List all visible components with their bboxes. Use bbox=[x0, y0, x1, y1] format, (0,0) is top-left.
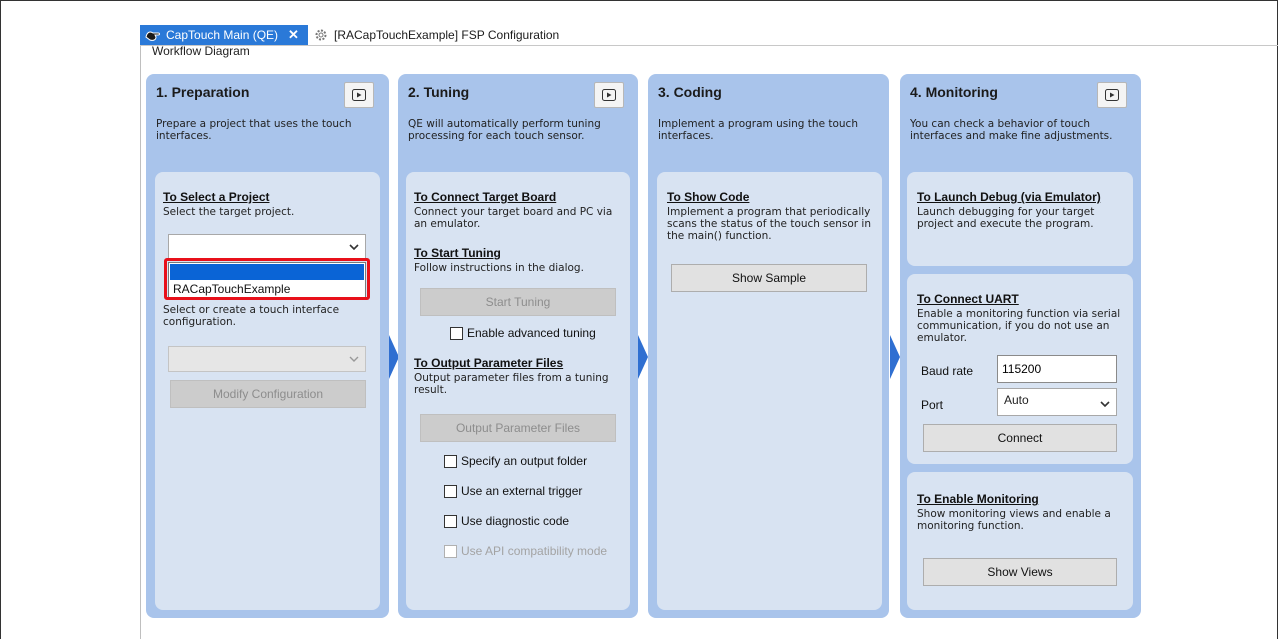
section-title-enable-monitoring[interactable]: To Enable Monitoring bbox=[917, 492, 1039, 506]
chevron-down-icon bbox=[349, 356, 359, 362]
modify-configuration-button[interactable]: Modify Configuration bbox=[170, 380, 366, 408]
baud-rate-label: Baud rate bbox=[921, 364, 974, 378]
column-preparation: 1. Preparation Prepare a project that us… bbox=[146, 74, 389, 618]
port-select[interactable]: Auto bbox=[997, 388, 1117, 416]
highlight-annotation bbox=[164, 258, 370, 300]
tab-captouch-main[interactable]: CapTouch Main (QE) ✕ bbox=[140, 25, 308, 45]
configuration-select[interactable] bbox=[168, 346, 366, 372]
close-icon[interactable]: ✕ bbox=[288, 27, 299, 43]
editor-tabbar: CapTouch Main (QE) ✕ [RACapTouchExample]… bbox=[140, 24, 1278, 46]
checkbox[interactable] bbox=[444, 454, 457, 468]
column-description: QE will automatically perform tuning pro… bbox=[408, 118, 601, 142]
tab-label: CapTouch Main (QE) bbox=[166, 28, 279, 42]
port-label: Port bbox=[921, 398, 944, 412]
column-title: 2. Tuning bbox=[408, 84, 470, 100]
section-description: Connect your target board and PC via an … bbox=[414, 206, 613, 230]
column-monitoring: 4. Monitoring You can check a behavior o… bbox=[900, 74, 1141, 618]
column-title: 1. Preparation bbox=[156, 84, 250, 100]
video-icon[interactable] bbox=[344, 82, 374, 108]
external-trigger-checkbox[interactable]: Use an external trigger bbox=[444, 484, 582, 498]
section-description: Follow instructions in the dialog. bbox=[414, 262, 584, 274]
project-select[interactable] bbox=[168, 234, 366, 260]
panel-launch-debug: To Launch Debug (via Emulator) Launch de… bbox=[907, 172, 1133, 266]
section-description: Select the target project. bbox=[163, 206, 295, 218]
checkbox-label: Enable advanced tuning bbox=[467, 326, 596, 340]
diagnostic-code-checkbox[interactable]: Use diagnostic code bbox=[444, 514, 569, 528]
gear-icon bbox=[312, 27, 330, 43]
section-description: Implement a program that periodically sc… bbox=[667, 206, 872, 242]
arrow-right-icon bbox=[890, 335, 900, 379]
checkbox-label: Use API compatibility mode bbox=[461, 544, 608, 558]
section-title-output-parameters[interactable]: To Output Parameter Files bbox=[414, 356, 563, 370]
checkbox-label: Specify an output folder bbox=[461, 454, 588, 468]
checkbox[interactable] bbox=[450, 326, 463, 340]
video-icon[interactable] bbox=[594, 82, 624, 108]
column-description: Implement a program using the touch inte… bbox=[658, 118, 858, 142]
column-coding: 3. Coding Implement a program using the … bbox=[648, 74, 889, 618]
checkbox[interactable] bbox=[444, 514, 457, 528]
column-title: 4. Monitoring bbox=[910, 84, 998, 100]
hand-touch-icon bbox=[144, 27, 162, 43]
tab-fsp-configuration[interactable]: [RACapTouchExample] FSP Configuration bbox=[312, 25, 559, 45]
panel-enable-monitoring: To Enable Monitoring Show monitoring vie… bbox=[907, 472, 1133, 610]
checkbox[interactable] bbox=[444, 544, 457, 558]
section-title-show-code[interactable]: To Show Code bbox=[667, 190, 749, 204]
checkbox[interactable] bbox=[444, 484, 457, 498]
section-title-select-project[interactable]: To Select a Project bbox=[163, 190, 269, 204]
api-compatibility-checkbox[interactable]: Use API compatibility mode bbox=[444, 544, 607, 558]
output-parameter-files-button[interactable]: Output Parameter Files bbox=[420, 414, 616, 442]
panel-show-code: To Show Code Implement a program that pe… bbox=[657, 172, 882, 610]
section-title-launch-debug[interactable]: To Launch Debug (via Emulator) bbox=[917, 190, 1101, 204]
baud-rate-input[interactable] bbox=[997, 355, 1117, 383]
specify-output-folder-checkbox[interactable]: Specify an output folder bbox=[444, 454, 587, 468]
section-description: Show monitoring views and enable a monit… bbox=[917, 508, 1111, 532]
video-icon[interactable] bbox=[1097, 82, 1127, 108]
section-title-connect-target[interactable]: To Connect Target Board bbox=[414, 190, 556, 204]
panel-tuning: To Connect Target Board Connect your tar… bbox=[406, 172, 630, 610]
chevron-down-icon bbox=[1100, 401, 1110, 408]
show-sample-button[interactable]: Show Sample bbox=[671, 264, 867, 292]
section-description: Launch debugging for your target project… bbox=[917, 206, 1095, 230]
column-tuning: 2. Tuning QE will automatically perform … bbox=[398, 74, 638, 618]
page-title: Workflow Diagram bbox=[152, 44, 250, 58]
section-title-connect-uart[interactable]: To Connect UART bbox=[917, 292, 1019, 306]
tab-label: [RACapTouchExample] FSP Configuration bbox=[334, 28, 560, 42]
section-title-start-tuning[interactable]: To Start Tuning bbox=[414, 246, 501, 260]
panel-connect-uart: To Connect UART Enable a monitoring func… bbox=[907, 274, 1133, 464]
section-description-config: Select or create a touch interface confi… bbox=[163, 304, 340, 328]
advanced-tuning-checkbox[interactable]: Enable advanced tuning bbox=[450, 326, 596, 340]
checkbox-label: Use diagnostic code bbox=[461, 514, 570, 528]
column-description: Prepare a project that uses the touch in… bbox=[156, 118, 352, 142]
column-description: You can check a behavior of touch interf… bbox=[910, 118, 1113, 142]
arrow-right-icon bbox=[638, 335, 648, 379]
column-title: 3. Coding bbox=[658, 84, 722, 100]
checkbox-label: Use an external trigger bbox=[461, 484, 583, 498]
section-description: Output parameter files from a tuning res… bbox=[414, 372, 609, 396]
panel-select-project: To Select a Project Select the target pr… bbox=[155, 172, 380, 610]
port-select-value: Auto bbox=[1004, 393, 1029, 407]
show-views-button[interactable]: Show Views bbox=[923, 558, 1117, 586]
chevron-down-icon bbox=[349, 244, 359, 251]
connect-button[interactable]: Connect bbox=[923, 424, 1117, 452]
start-tuning-button[interactable]: Start Tuning bbox=[420, 288, 616, 316]
section-description: Enable a monitoring function via serial … bbox=[917, 308, 1121, 344]
